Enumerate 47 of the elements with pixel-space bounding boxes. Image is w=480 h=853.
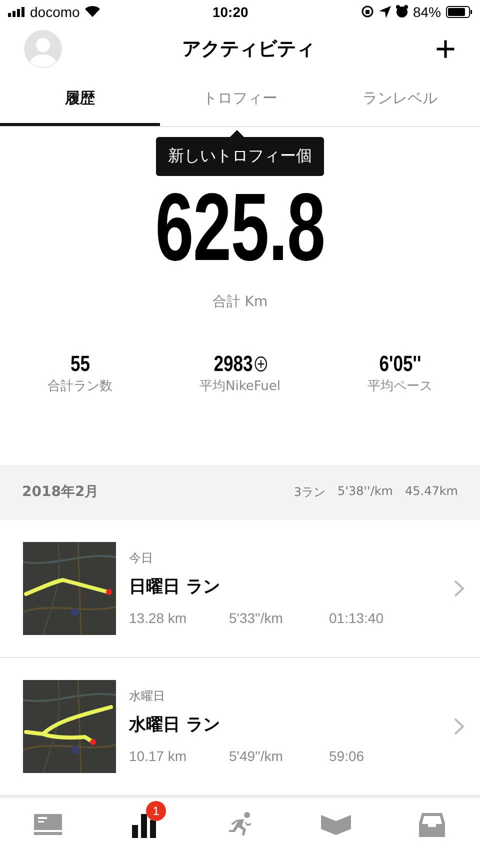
month-title: 2018年2月 xyxy=(22,483,99,502)
notification-badge: 1 xyxy=(146,800,166,821)
run-title: 日曜日 ラン xyxy=(129,576,221,598)
clock-time: 10:20 xyxy=(212,4,248,20)
run-duration: 59:06 xyxy=(329,748,366,764)
page-title: アクティビティ xyxy=(182,36,315,62)
run-title: 水曜日 ラン xyxy=(129,714,221,736)
battery-icon xyxy=(446,6,472,18)
month-pace: 5'38''/km xyxy=(338,484,393,500)
run-day: 水曜日 xyxy=(129,688,441,706)
inbox-icon xyxy=(419,813,445,838)
tab[interactable]: 履歴 xyxy=(0,73,160,126)
stat-label: 平均NikeFuel xyxy=(199,378,280,395)
stat-value: 6'05'' xyxy=(379,350,421,377)
chevron-right-icon xyxy=(454,718,464,735)
run-distance: 10.17 km xyxy=(129,748,188,764)
fuel-plus-icon xyxy=(254,356,267,372)
month-runs: 3ラン xyxy=(294,484,326,501)
wifi-icon xyxy=(84,6,100,18)
chevron-right-icon xyxy=(454,580,464,597)
tooltip-pointer xyxy=(230,130,244,137)
run-distance: 13.28 km xyxy=(129,610,188,626)
stat-label: 平均ペース xyxy=(368,378,432,395)
screen-icon xyxy=(34,814,62,836)
location-arrow-icon xyxy=(378,6,391,18)
signal-icon xyxy=(8,6,25,17)
run-pace: 5'33''/km xyxy=(229,610,284,626)
tab[interactable]: トロフィー xyxy=(160,73,320,126)
stat-value: 55 xyxy=(70,350,90,377)
tab[interactable]: ランレベル xyxy=(320,73,480,126)
total-distance: 625.8 xyxy=(154,178,326,279)
month-distance: 45.47km xyxy=(405,484,458,500)
trophy-tooltip: 新しいトロフィー個 xyxy=(156,136,324,176)
battery-percent: 84% xyxy=(412,4,441,20)
distance-unit: 合計 Km xyxy=(211,292,269,311)
run-duration: 01:13:40 xyxy=(329,610,384,626)
nav-tab[interactable]: 1 xyxy=(96,798,192,853)
runner-icon xyxy=(227,812,253,838)
run-row[interactable]: 水曜日 水曜日 ラン 10.17 km 5'49''/km 59:06 xyxy=(0,658,480,796)
run-pace: 5'49''/km xyxy=(229,748,284,764)
stat-label: 合計ラン数 xyxy=(48,378,112,395)
run-day: 今日 xyxy=(129,550,441,568)
carrier-name: docomo xyxy=(30,4,80,20)
add-button[interactable]: + xyxy=(434,30,456,67)
chevron-banner-icon xyxy=(321,815,351,836)
run-row[interactable]: 今日 日曜日 ラン 13.28 km 5'33''/km 01:13:40 xyxy=(0,520,480,658)
stat-value: 2983 xyxy=(213,350,252,377)
